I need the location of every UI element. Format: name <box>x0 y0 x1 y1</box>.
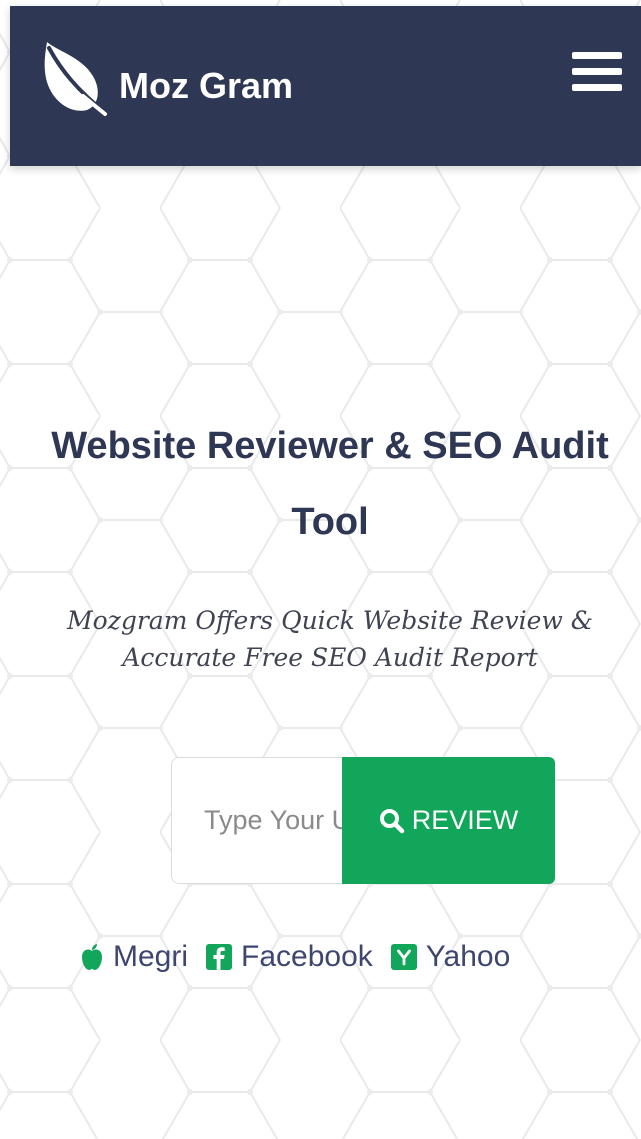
hamburger-menu-icon[interactable] <box>572 50 622 94</box>
quick-link-label: Facebook <box>241 940 373 973</box>
menu-bar <box>572 68 622 75</box>
menu-bar <box>572 84 622 91</box>
page-subtitle: Mozgram Offers Quick Website Review & Ac… <box>67 606 593 672</box>
url-input[interactable] <box>171 757 345 884</box>
page: Moz Gram Website Reviewer & SEO Audit To… <box>0 0 641 1139</box>
apple-icon <box>82 944 102 970</box>
quick-link-label: Yahoo <box>425 940 511 973</box>
menu-bar <box>572 52 622 59</box>
review-button[interactable]: REVIEW <box>342 757 555 884</box>
facebook-icon <box>206 944 233 970</box>
review-form: REVIEW <box>171 757 555 884</box>
quick-link-yahoo[interactable]: Yahoo <box>390 940 511 974</box>
quick-link-label: Megri <box>113 940 189 973</box>
quick-link-megri[interactable]: Megri <box>80 940 188 974</box>
yahoo-icon <box>390 944 417 970</box>
brand-name[interactable]: Moz Gram <box>119 64 293 108</box>
page-title: Website Reviewer & SEO Audit Tool <box>51 425 609 543</box>
search-icon <box>379 808 404 833</box>
quick-link-facebook[interactable]: Facebook <box>206 940 373 974</box>
navbar: Moz Gram <box>10 6 641 166</box>
leaf-icon[interactable] <box>39 40 111 116</box>
review-button-label: REVIEW <box>411 805 519 835</box>
quick-links: Megri Facebook Yahoo <box>80 935 580 979</box>
